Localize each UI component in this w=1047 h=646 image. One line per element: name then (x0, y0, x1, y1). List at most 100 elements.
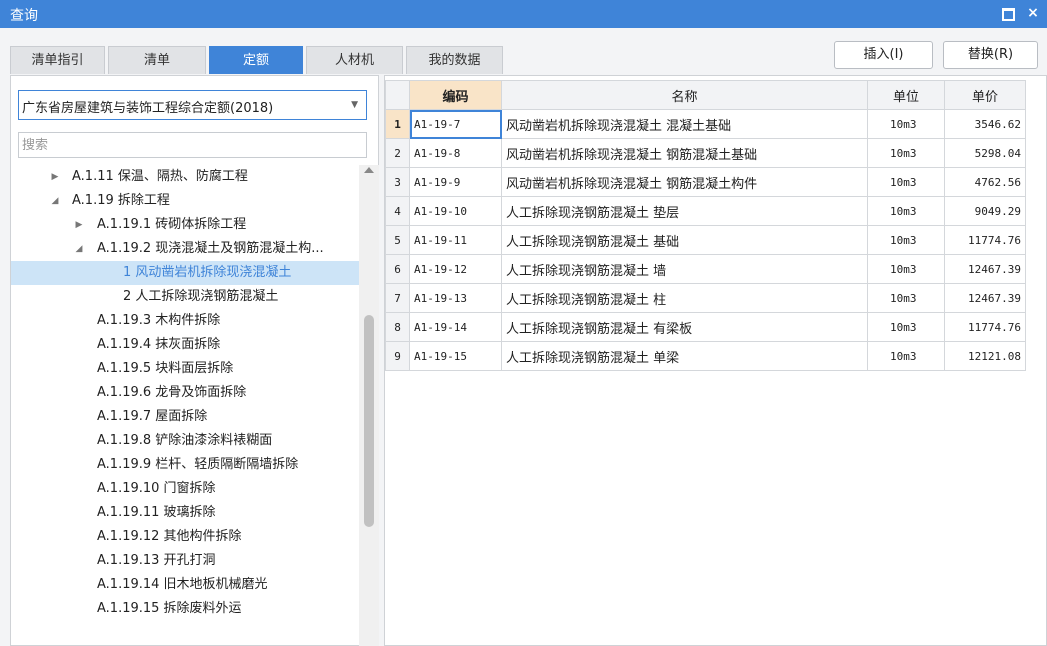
table-row[interactable]: 2 A1-19-8 风动凿岩机拆除现浇混凝土 钢筋混凝土基础 10m3 5298… (385, 138, 1026, 168)
cell-price[interactable]: 12467.39 (944, 283, 1026, 313)
tree-item[interactable]: A.1.19.10 门窗拆除 (11, 477, 359, 501)
cell-price[interactable]: 12467.39 (944, 254, 1026, 284)
expand-arrow-icon[interactable]: ▶ (73, 213, 85, 237)
tree-item[interactable]: ◢ A.1.19 拆除工程 (11, 189, 359, 213)
column-header-unit[interactable]: 单位 (867, 80, 945, 110)
cell-unit[interactable]: 10m3 (867, 283, 945, 313)
tree-item-label: A.1.19.15 拆除废料外运 (97, 601, 242, 616)
tab-labor-material-machine[interactable]: 人材机 (306, 46, 403, 74)
tree-item[interactable]: ▶ A.1.11 保温、隔热、防腐工程 (11, 165, 359, 189)
search-input[interactable] (18, 132, 367, 158)
cell-price[interactable]: 4762.56 (944, 167, 1026, 197)
table-row[interactable]: 9 A1-19-15 人工拆除现浇钢筋混凝土 单梁 10m3 12121.08 (385, 341, 1026, 371)
tree-item[interactable]: A.1.19.15 拆除废料外运 (11, 597, 359, 621)
cell-name[interactable]: 风动凿岩机拆除现浇混凝土 钢筋混凝土基础 (501, 138, 868, 168)
cell-unit[interactable]: 10m3 (867, 341, 945, 371)
row-number: 4 (385, 196, 410, 226)
tree-item-label: A.1.11 保温、隔热、防腐工程 (72, 169, 248, 184)
tree-item[interactable]: A.1.19.11 玻璃拆除 (11, 501, 359, 525)
cell-code[interactable]: A1-19-7 (409, 109, 502, 139)
cell-code[interactable]: A1-19-15 (409, 341, 502, 371)
tab-bill[interactable]: 清单 (108, 46, 206, 74)
table-row[interactable]: 6 A1-19-12 人工拆除现浇钢筋混凝土 墙 10m3 12467.39 (385, 254, 1026, 284)
cell-unit[interactable]: 10m3 (867, 312, 945, 342)
tree-item-label: A.1.19.6 龙骨及饰面拆除 (97, 385, 247, 400)
cell-name[interactable]: 人工拆除现浇钢筋混凝土 单梁 (501, 341, 868, 371)
cell-unit[interactable]: 10m3 (867, 167, 945, 197)
cell-unit[interactable]: 10m3 (867, 109, 945, 139)
tree-item-selected[interactable]: 1 风动凿岩机拆除现浇混凝土 (11, 261, 359, 285)
maximize-icon[interactable] (996, 2, 1018, 24)
cell-unit[interactable]: 10m3 (867, 225, 945, 255)
cell-price[interactable]: 5298.04 (944, 138, 1026, 168)
tab-quota[interactable]: 定额 (209, 46, 303, 74)
replace-button[interactable]: 替换(R) (943, 41, 1038, 69)
collapse-arrow-icon[interactable]: ◢ (73, 237, 85, 261)
tree-item[interactable]: ▶ A.1.19.1 砖砌体拆除工程 (11, 213, 359, 237)
insert-button[interactable]: 插入(I) (834, 41, 933, 69)
cell-name[interactable]: 人工拆除现浇钢筋混凝土 基础 (501, 225, 868, 255)
tree-item-label: A.1.19.1 砖砌体拆除工程 (97, 217, 247, 232)
tree-item[interactable]: A.1.19.7 屋面拆除 (11, 405, 359, 429)
quota-library-select[interactable]: 广东省房屋建筑与装饰工程综合定额(2018) ▼ (18, 90, 367, 120)
cell-name[interactable]: 人工拆除现浇钢筋混凝土 垫层 (501, 196, 868, 226)
scrollbar-thumb[interactable] (364, 315, 374, 527)
table-row[interactable]: 1 A1-19-7 风动凿岩机拆除现浇混凝土 混凝土基础 10m3 3546.6… (385, 109, 1026, 139)
cell-unit[interactable]: 10m3 (867, 196, 945, 226)
tree-item[interactable]: ◢ A.1.19.2 现浇混凝土及钢筋混凝土构... (11, 237, 359, 261)
close-icon[interactable]: × (1022, 2, 1044, 24)
cell-name[interactable]: 风动凿岩机拆除现浇混凝土 钢筋混凝土构件 (501, 167, 868, 197)
cell-unit[interactable]: 10m3 (867, 254, 945, 284)
tree-item[interactable]: A.1.19.3 木构件拆除 (11, 309, 359, 333)
cell-price[interactable]: 11774.76 (944, 312, 1026, 342)
tree-item[interactable]: A.1.19.13 开孔打洞 (11, 549, 359, 573)
cell-code[interactable]: A1-19-8 (409, 138, 502, 168)
table-row[interactable]: 5 A1-19-11 人工拆除现浇钢筋混凝土 基础 10m3 11774.76 (385, 225, 1026, 255)
cell-price[interactable]: 3546.62 (944, 109, 1026, 139)
tree-item[interactable]: A.1.19.6 龙骨及饰面拆除 (11, 381, 359, 405)
cell-code[interactable]: A1-19-14 (409, 312, 502, 342)
scroll-up-icon[interactable] (364, 167, 374, 173)
table-row[interactable]: 8 A1-19-14 人工拆除现浇钢筋混凝土 有梁板 10m3 11774.76 (385, 312, 1026, 342)
cell-code[interactable]: A1-19-12 (409, 254, 502, 284)
tree-item[interactable]: A.1.19.8 铲除油漆涂料裱糊面 (11, 429, 359, 453)
cell-price[interactable]: 9049.29 (944, 196, 1026, 226)
cell-price[interactable]: 12121.08 (944, 341, 1026, 371)
chapter-tree: ▶ A.1.11 保温、隔热、防腐工程 ◢ A.1.19 拆除工程 ▶ A.1.… (11, 165, 359, 646)
cell-code[interactable]: A1-19-10 (409, 196, 502, 226)
tree-item[interactable]: A.1.19.4 抹灰面拆除 (11, 333, 359, 357)
table-row[interactable]: 4 A1-19-10 人工拆除现浇钢筋混凝土 垫层 10m3 9049.29 (385, 196, 1026, 226)
cell-code[interactable]: A1-19-9 (409, 167, 502, 197)
tree-item-label: 2 人工拆除现浇钢筋混凝土 (123, 289, 279, 304)
table-row[interactable]: 7 A1-19-13 人工拆除现浇钢筋混凝土 柱 10m3 12467.39 (385, 283, 1026, 313)
tree-item-label: A.1.19.11 玻璃拆除 (97, 505, 216, 520)
cell-name[interactable]: 人工拆除现浇钢筋混凝土 有梁板 (501, 312, 868, 342)
tree-scrollbar[interactable] (359, 165, 379, 646)
column-header-price[interactable]: 单价 (944, 80, 1026, 110)
row-number: 7 (385, 283, 410, 313)
left-panel: 广东省房屋建筑与装饰工程综合定额(2018) ▼ ▶ A.1.11 保温、隔热、… (10, 75, 379, 646)
tree-item[interactable]: A.1.19.12 其他构件拆除 (11, 525, 359, 549)
column-header-code[interactable]: 编码 (409, 80, 502, 110)
row-number: 3 (385, 167, 410, 197)
tab-bill-guide[interactable]: 清单指引 (10, 46, 105, 74)
tree-item[interactable]: A.1.19.5 块料面层拆除 (11, 357, 359, 381)
tree-item[interactable]: A.1.19.14 旧木地板机械磨光 (11, 573, 359, 597)
cell-unit[interactable]: 10m3 (867, 138, 945, 168)
cell-code[interactable]: A1-19-11 (409, 225, 502, 255)
expand-arrow-icon[interactable]: ▶ (49, 165, 61, 189)
tree-item-label: A.1.19.2 现浇混凝土及钢筋混凝土构... (97, 241, 324, 256)
collapse-arrow-icon[interactable]: ◢ (49, 189, 61, 213)
tree-item[interactable]: 2 人工拆除现浇钢筋混凝土 (11, 285, 359, 309)
cell-name[interactable]: 人工拆除现浇钢筋混凝土 柱 (501, 283, 868, 313)
tab-my-data[interactable]: 我的数据 (406, 46, 503, 74)
row-number-header (385, 80, 410, 110)
cell-code[interactable]: A1-19-13 (409, 283, 502, 313)
tree-item[interactable]: A.1.19.9 栏杆、轻质隔断隔墙拆除 (11, 453, 359, 477)
cell-name[interactable]: 风动凿岩机拆除现浇混凝土 混凝土基础 (501, 109, 868, 139)
column-header-name[interactable]: 名称 (501, 80, 868, 110)
cell-name[interactable]: 人工拆除现浇钢筋混凝土 墙 (501, 254, 868, 284)
cell-price[interactable]: 11774.76 (944, 225, 1026, 255)
tree-item-label: 1 风动凿岩机拆除现浇混凝土 (123, 265, 292, 280)
table-row[interactable]: 3 A1-19-9 风动凿岩机拆除现浇混凝土 钢筋混凝土构件 10m3 4762… (385, 167, 1026, 197)
